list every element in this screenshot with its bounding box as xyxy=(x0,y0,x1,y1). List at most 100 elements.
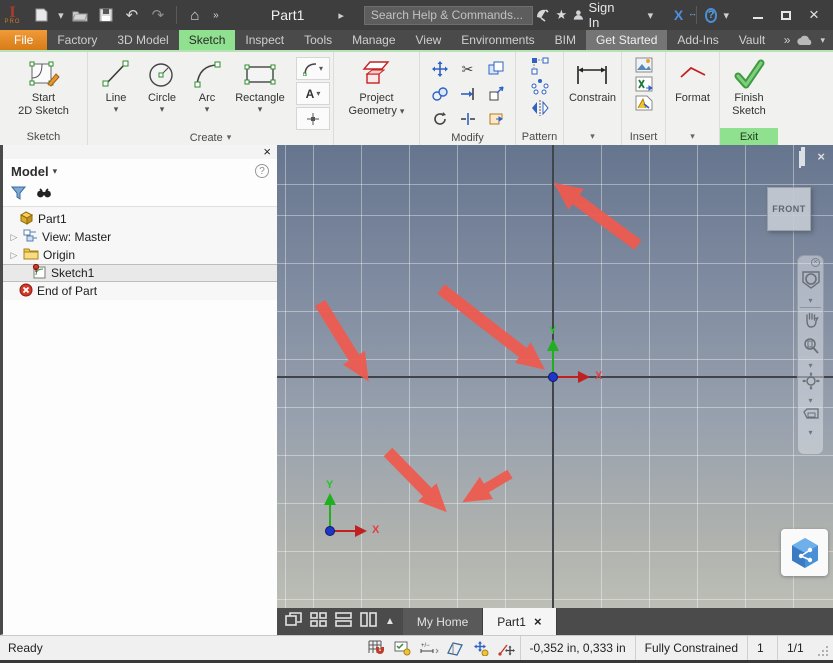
search-tree-icon[interactable] xyxy=(36,187,52,203)
panel-label-exit[interactable]: Exit xyxy=(720,128,778,145)
tree-item-origin[interactable]: ▷ Origin xyxy=(3,246,277,264)
tree-item-sketch1[interactable]: Sketch1 xyxy=(3,263,277,282)
tab-3d-model[interactable]: 3D Model xyxy=(107,30,178,50)
navigation-wheel-button[interactable] xyxy=(800,270,822,295)
redo-button[interactable]: ↷ xyxy=(146,4,170,26)
graphics-viewport[interactable]: × FRONT × ▾ ▾ ▾ ▾ Y X Y X xyxy=(277,145,833,608)
filter-icon[interactable] xyxy=(10,186,27,203)
tab-get-started[interactable]: Get Started xyxy=(586,30,668,50)
arc-tool-button[interactable]: Arc ▾ xyxy=(186,55,228,114)
point-tool-button[interactable] xyxy=(296,107,330,130)
close-button[interactable]: × xyxy=(803,5,825,24)
panel-label-insert[interactable]: Insert xyxy=(622,128,665,145)
import-points-button[interactable] xyxy=(635,76,653,92)
cascade-windows-icon[interactable] xyxy=(285,611,302,632)
project-geometry-button[interactable]: Project Geometry ▾ xyxy=(346,55,408,119)
tab-my-home[interactable]: My Home xyxy=(402,608,484,635)
zoom-dropdown-icon[interactable]: ▾ xyxy=(808,362,812,370)
tree-item-view-master[interactable]: ▷ View: Master xyxy=(3,228,277,246)
community-icon[interactable] xyxy=(533,4,552,26)
rotate-button[interactable] xyxy=(426,82,453,106)
open-button[interactable] xyxy=(68,4,92,26)
dimension-button[interactable]: Constrain xyxy=(566,55,619,106)
circular-pattern-button[interactable] xyxy=(531,78,549,96)
sign-in-control[interactable]: Sign In xyxy=(573,0,620,30)
cloud-icon[interactable] xyxy=(796,35,814,46)
scale-button[interactable] xyxy=(482,82,509,106)
tab-manage[interactable]: Manage xyxy=(342,30,405,50)
navbar-close-icon[interactable]: × xyxy=(811,258,820,267)
wheel-dropdown-icon[interactable]: ▾ xyxy=(808,297,812,305)
app-exchange-icon[interactable]: X ↔ xyxy=(669,4,697,26)
relax-mode-icon[interactable] xyxy=(494,637,520,659)
tab-inspect[interactable]: Inspect xyxy=(235,30,294,50)
tab-bim[interactable]: BIM xyxy=(545,30,586,50)
offset-button[interactable] xyxy=(426,107,453,131)
search-input[interactable] xyxy=(363,5,533,25)
browser-title[interactable]: Model xyxy=(11,164,49,179)
minimize-button[interactable] xyxy=(747,6,769,24)
shared-view-badge[interactable] xyxy=(781,529,828,576)
expander-icon[interactable]: ▷ xyxy=(9,232,19,243)
save-button[interactable] xyxy=(94,4,118,26)
origin-point[interactable] xyxy=(548,372,558,382)
tab-add-ins[interactable]: Add-Ins xyxy=(667,30,728,50)
finish-sketch-button[interactable]: Finish Sketch xyxy=(729,55,769,119)
tab-tools[interactable]: Tools xyxy=(294,30,342,50)
degrees-of-freedom-icon[interactable] xyxy=(468,637,494,659)
tile-horizontal-icon[interactable] xyxy=(335,611,352,632)
panel-label-format[interactable]: ▾ xyxy=(666,128,719,145)
maximize-button[interactable] xyxy=(775,6,797,24)
text-tool-button[interactable]: A ▾ xyxy=(296,82,330,105)
tab-part1-document[interactable]: Part1 × xyxy=(483,608,557,635)
start-2d-sketch-button[interactable]: Start 2D Sketch xyxy=(15,55,72,119)
tile-vertical-icon[interactable] xyxy=(360,611,377,632)
tab-view[interactable]: View xyxy=(406,30,452,50)
rectangular-pattern-button[interactable] xyxy=(531,57,549,75)
tab-scroll-up-icon[interactable]: ▲ xyxy=(385,616,395,627)
new-file-button[interactable] xyxy=(30,4,54,26)
stretch-button[interactable] xyxy=(482,107,509,131)
navbar-more-icon[interactable]: ▾ xyxy=(808,429,812,437)
format-button[interactable]: Format xyxy=(672,55,713,106)
rectangle-tool-button[interactable]: Rectangle ▾ xyxy=(228,55,292,114)
tab-environments[interactable]: Environments xyxy=(451,30,544,50)
circle-tool-button[interactable]: Circle ▾ xyxy=(138,55,186,114)
copy-button[interactable] xyxy=(482,57,509,81)
cloud-dropdown-icon[interactable]: ▾ xyxy=(820,35,825,46)
doc-close-button[interactable]: × xyxy=(817,149,825,164)
sign-in-dropdown-icon[interactable]: ▾ xyxy=(648,9,654,22)
help-button[interactable]: ? xyxy=(704,7,718,23)
zoom-button[interactable] xyxy=(802,337,820,360)
browser-help-icon[interactable]: ? xyxy=(255,164,269,178)
insert-image-button[interactable] xyxy=(635,57,653,73)
home-button[interactable]: ⌂ xyxy=(183,4,207,26)
panel-label-pattern[interactable]: Pattern xyxy=(516,128,563,145)
tree-item-part[interactable]: Part1 xyxy=(3,210,277,228)
new-file-dropdown[interactable]: ▾ xyxy=(56,4,66,26)
split-button[interactable] xyxy=(454,107,481,131)
pan-button[interactable] xyxy=(802,311,820,334)
fillet-tool-button[interactable]: ▾ xyxy=(296,57,330,80)
panel-label-constrain[interactable]: ▾ xyxy=(564,128,621,145)
move-button[interactable] xyxy=(426,57,453,81)
resize-grip[interactable] xyxy=(817,636,833,660)
expander-icon[interactable]: ▷ xyxy=(9,250,19,261)
mirror-button[interactable] xyxy=(531,99,549,117)
favorites-icon[interactable]: ★ xyxy=(552,4,571,26)
tab-sketch[interactable]: Sketch xyxy=(178,30,236,50)
panel-label-modify[interactable]: Modify xyxy=(420,131,515,145)
tab-overflow-icon[interactable]: » xyxy=(784,33,791,47)
tab-file[interactable]: File xyxy=(0,30,48,50)
browser-dropdown-icon[interactable]: ▾ xyxy=(53,166,58,177)
doc-restore-button[interactable] xyxy=(801,147,807,166)
tree-item-end-of-part[interactable]: End of Part xyxy=(3,282,277,300)
viewcube[interactable]: FRONT xyxy=(767,187,811,231)
tile-windows-icon[interactable] xyxy=(310,611,327,632)
insert-acad-button[interactable] xyxy=(635,95,653,111)
search-expand-icon[interactable]: ▸ xyxy=(338,9,344,22)
sketch-plane-icon[interactable] xyxy=(442,637,468,659)
dimension-display-icon[interactable]: +/− xyxy=(416,637,442,659)
trim-button[interactable]: ✂ xyxy=(454,57,481,81)
tab-close-icon[interactable]: × xyxy=(534,614,542,629)
